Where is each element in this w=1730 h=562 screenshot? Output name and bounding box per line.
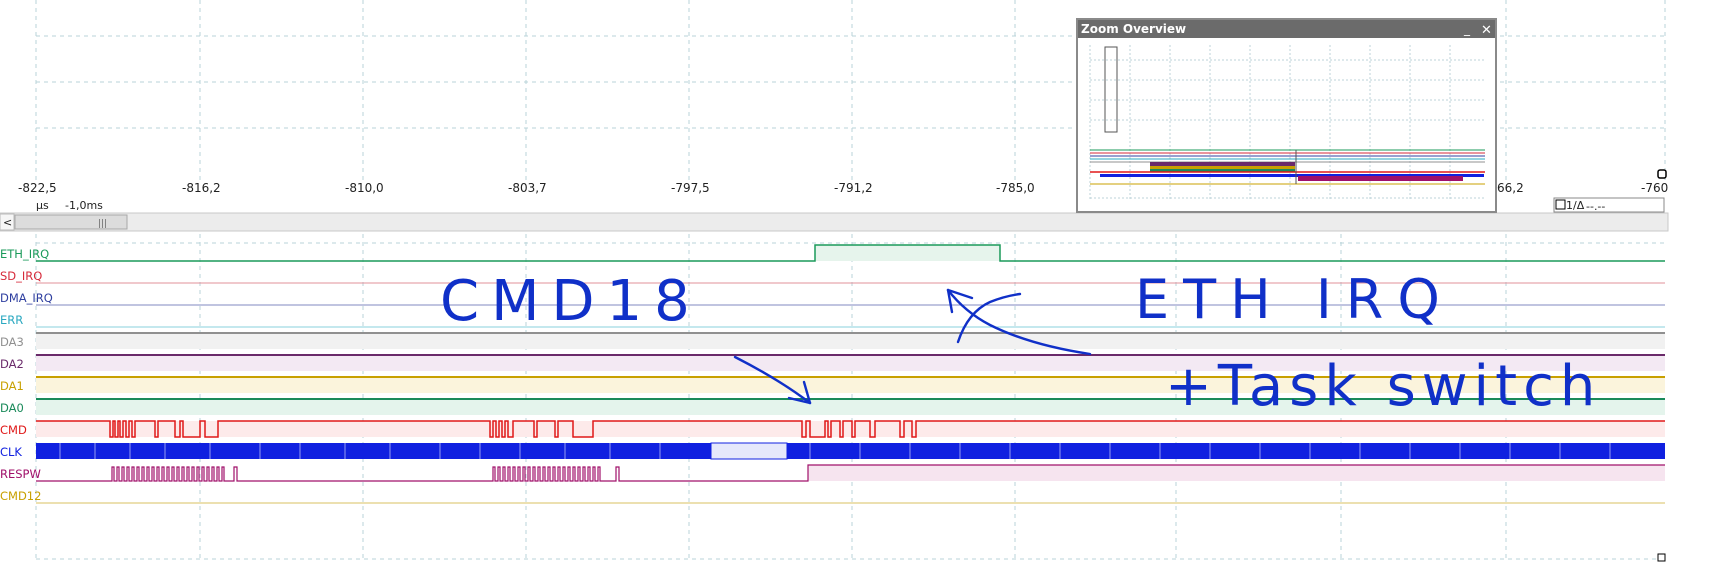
- annotation-eth-irq: ETH IRQ: [1135, 268, 1454, 331]
- signal-label-da3[interactable]: DA3: [0, 335, 24, 349]
- time-tick: -803,7: [508, 181, 547, 195]
- bottom-range-marker-icon[interactable]: [1657, 553, 1666, 562]
- range-marker-icon[interactable]: [1657, 169, 1667, 179]
- signal-labels: ETH_IRQ SD_IRQ DMA_IRQ ERR DA3 DA2 DA1 D…: [0, 247, 53, 503]
- cursor-box[interactable]: 1/Δ --.--: [1553, 197, 1665, 213]
- cursor-value: --.--: [1586, 200, 1605, 213]
- signal-label-err[interactable]: ERR: [0, 313, 23, 327]
- horizontal-scrollbar[interactable]: < |||: [0, 212, 1669, 232]
- signal-label-cmd12[interactable]: CMD12: [0, 489, 41, 503]
- scroll-grip-icon: |||: [98, 219, 107, 229]
- minimize-icon[interactable]: _: [1463, 22, 1471, 36]
- signal-label-da0[interactable]: DA0: [0, 401, 24, 415]
- time-scale-label: -1,0ms: [65, 199, 103, 212]
- cursor-label: 1/Δ: [1566, 199, 1585, 212]
- time-tick: -810,0: [345, 181, 384, 195]
- scroll-left-arrow-icon: <: [3, 216, 12, 229]
- time-tick: -760: [1641, 181, 1668, 195]
- clk-trace: [36, 442, 1665, 460]
- da3-fill: [36, 333, 1665, 349]
- scroll-thumb[interactable]: [14, 214, 128, 230]
- signal-label-dma-irq[interactable]: DMA_IRQ: [0, 291, 53, 305]
- time-tick: -797,5: [671, 181, 710, 195]
- signal-label-respw[interactable]: RESPW: [0, 467, 41, 481]
- respw-trace: [36, 464, 1665, 482]
- annotation-cmd18: CMD18: [440, 269, 702, 334]
- signal-label-cmd[interactable]: CMD: [0, 423, 27, 437]
- time-tick: -816,2: [182, 181, 221, 195]
- signal-label-da1[interactable]: DA1: [0, 379, 24, 393]
- time-tick: 66,2: [1497, 181, 1524, 195]
- zoom-overview-title: Zoom Overview: [1081, 22, 1186, 36]
- time-tick: -822,5: [18, 181, 57, 195]
- signal-label-clk[interactable]: CLK: [0, 445, 22, 459]
- signal-label-eth-irq[interactable]: ETH_IRQ: [0, 247, 49, 261]
- signal-label-sd-irq[interactable]: SD_IRQ: [0, 269, 42, 283]
- close-icon[interactable]: ✕: [1481, 23, 1492, 38]
- cmd-trace: [36, 420, 1665, 438]
- time-unit-label: µs: [36, 199, 49, 212]
- time-tick: -785,0: [996, 181, 1035, 195]
- logic-analyzer-view: -822,5 -816,2 -810,0 -803,7 -797,5 -791,…: [0, 0, 1669, 562]
- eth-irq-high-fill: [815, 245, 1000, 261]
- time-tick: -791,2: [834, 181, 873, 195]
- zoom-overview-panel[interactable]: Zoom Overview _ ✕: [1076, 18, 1497, 213]
- signal-label-da2[interactable]: DA2: [0, 357, 24, 371]
- annotation-task-switch: +Task switch: [1165, 354, 1601, 419]
